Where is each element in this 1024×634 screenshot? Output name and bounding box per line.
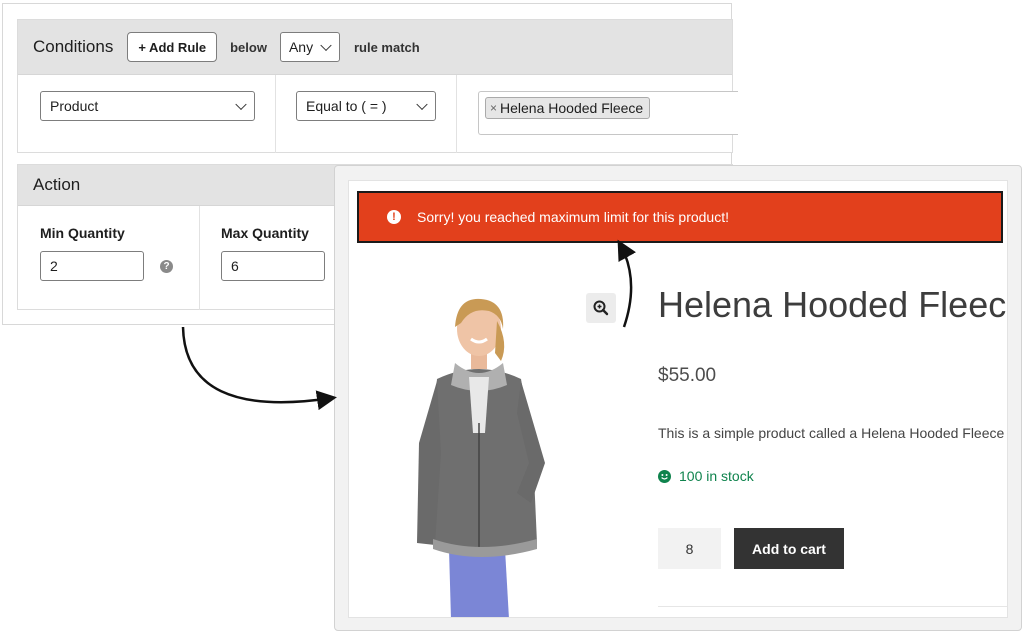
warning-icon: ! [387,210,401,224]
product-price: $55.00 [658,365,717,386]
add-rule-button[interactable]: + Add Rule [127,32,218,62]
divider [658,606,1007,607]
column-divider [275,75,276,153]
error-notice: ! Sorry! you reached maximum limit for t… [357,191,1003,243]
column-divider [456,75,457,153]
product-tag-label: Helena Hooded Fleece [500,100,644,116]
product-title: Helena Hooded Fleece [658,284,1008,325]
help-icon[interactable]: ? [160,260,173,273]
below-label: below [230,39,267,55]
arrow-admin-to-store [181,326,337,411]
chevron-down-icon [416,98,428,111]
column-divider [199,206,200,310]
conditions-row: Product Equal to ( = ) × Helena Hooded F… [18,75,738,153]
operator-select[interactable]: Equal to ( = ) [296,91,436,121]
action-title: Action [33,175,81,194]
storefront-panel: ! Sorry! you reached maximum limit for t… [334,165,1022,631]
stock-status: 100 in stock [658,468,754,484]
zoom-button[interactable] [586,293,616,323]
min-quantity-label: Min Quantity [40,225,125,241]
conditions-card: Conditions + Add Rule below Any rule mat… [17,19,738,153]
conditions-header: Conditions + Add Rule below Any rule mat… [18,20,732,75]
product-description: This is a simple product called a Helena… [658,425,1005,441]
rule-match-label: rule match [353,39,420,55]
chevron-down-icon [320,39,332,52]
product-page: ! Sorry! you reached maximum limit for t… [348,180,1008,618]
quantity-input[interactable]: 8 [658,528,721,569]
match-mode-select[interactable]: Any [279,32,340,62]
product-tag: × Helena Hooded Fleece [485,97,651,119]
max-quantity-label: Max Quantity [221,225,309,241]
product-tag-input[interactable]: × Helena Hooded Fleece [478,91,738,135]
chevron-down-icon [235,98,247,111]
field-select-value: Product [50,98,99,114]
match-mode-value: Any [288,39,314,55]
error-notice-text: Sorry! you reached maximum limit for thi… [417,209,729,225]
zoom-icon [593,300,609,316]
field-select[interactable]: Product [40,91,255,121]
add-to-cart-button[interactable]: Add to cart [734,528,844,569]
max-quantity-input[interactable]: 6 [221,251,325,281]
remove-tag-icon[interactable]: × [490,101,497,115]
product-image [417,298,545,617]
min-quantity-input[interactable]: 2 [40,251,144,281]
smile-icon [658,469,671,483]
conditions-title: Conditions [33,37,114,56]
stock-text: 100 in stock [679,468,754,484]
operator-select-value: Equal to ( = ) [306,98,387,114]
